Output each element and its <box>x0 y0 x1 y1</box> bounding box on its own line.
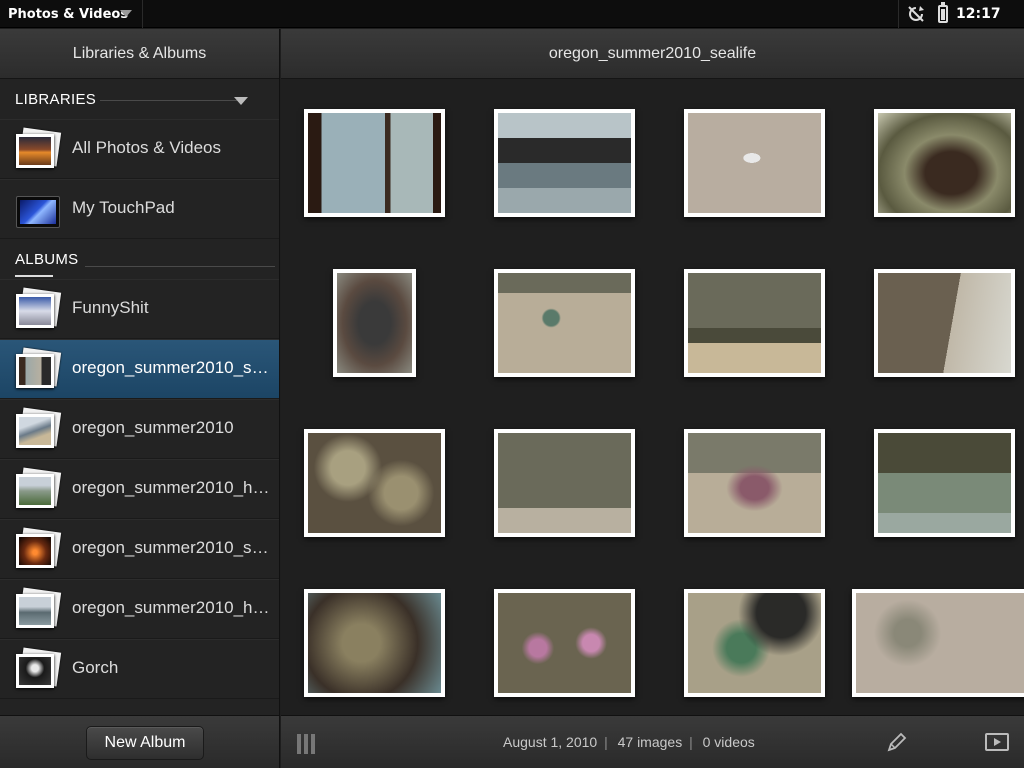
divider <box>100 100 237 101</box>
album-thumbnail <box>16 467 62 510</box>
library-item-label: My TouchPad <box>72 198 175 217</box>
separator: | <box>604 734 608 750</box>
photo-thumbnail[interactable] <box>684 589 825 697</box>
album-item-label: oregon_summer2010_haystack <box>72 598 275 617</box>
photo-grid <box>281 80 1024 715</box>
album-item-label: oregon_summer2010_sunset <box>72 538 275 557</box>
photo-thumbnail[interactable] <box>333 269 416 377</box>
album-thumbnail <box>16 287 62 330</box>
library-item-my-touchpad[interactable]: My TouchPad <box>0 179 279 239</box>
battery-icon <box>938 2 948 23</box>
albums-label: ALBUMS <box>15 250 79 268</box>
pencil-icon[interactable] <box>885 730 909 754</box>
libraries-section-header[interactable]: LIBRARIES <box>0 79 279 119</box>
divider <box>85 266 275 267</box>
photo-thumbnail[interactable] <box>494 429 635 537</box>
album-item-label: Gorch <box>72 658 119 677</box>
album-item-oregon-summer2010-sunset[interactable]: oregon_summer2010_sunset <box>0 519 279 579</box>
sidebar: Libraries & Albums LIBRARIES All Photos … <box>0 29 280 768</box>
photo-thumbnail[interactable] <box>684 429 825 537</box>
album-thumbnail <box>16 347 62 390</box>
photo-thumbnail[interactable] <box>852 589 1024 697</box>
album-item-oregon-summer2010-house[interactable]: oregon_summer2010_house <box>0 459 279 519</box>
album-video-count: 0 videos <box>702 734 755 750</box>
app-menu[interactable]: Photos & Videos <box>0 0 143 28</box>
album-view: oregon_summer2010_sealife August 1, 2010… <box>281 29 1024 768</box>
album-date: August 1, 2010 <box>503 734 598 750</box>
album-item-label: FunnyShit <box>72 298 149 317</box>
album-item-label: oregon_summer2010 <box>72 418 234 437</box>
sidebar-title: Libraries & Albums <box>0 29 279 79</box>
album-item-oregon-summer2010-haystack[interactable]: oregon_summer2010_haystack <box>0 579 279 639</box>
album-item-oregon-summer2010[interactable]: oregon_summer2010 <box>0 399 279 459</box>
album-thumbnail <box>16 527 62 570</box>
photo-thumbnail[interactable] <box>494 109 635 217</box>
album-thumbnail <box>16 587 62 630</box>
section-underline <box>15 275 53 277</box>
app-menu-label: Photos & Videos <box>8 6 129 22</box>
album-title: oregon_summer2010_sealife <box>281 29 1024 79</box>
photo-thumbnail[interactable] <box>304 429 445 537</box>
system-status-area[interactable]: 12:17 <box>898 0 1024 28</box>
status-bar: Photos & Videos 12:17 <box>0 0 1024 28</box>
album-thumbnail <box>16 407 62 450</box>
photo-thumbnail[interactable] <box>684 109 825 217</box>
sync-icon <box>908 6 924 22</box>
photo-thumbnail[interactable] <box>304 589 445 697</box>
chevron-down-icon[interactable] <box>234 97 248 105</box>
photo-thumbnail[interactable] <box>304 109 445 217</box>
slideshow-icon[interactable] <box>985 733 1009 751</box>
photo-thumbnail[interactable] <box>494 589 635 697</box>
separator: | <box>689 734 693 750</box>
chevron-down-icon <box>120 10 132 17</box>
album-info: August 1, 2010 | 47 images | 0 videos <box>503 734 755 750</box>
photo-thumbnail[interactable] <box>874 269 1015 377</box>
photo-thumbnail[interactable] <box>874 109 1015 217</box>
albums-section-header: ALBUMS <box>0 239 279 279</box>
album-item-label: oregon_summer2010_house <box>72 478 275 497</box>
album-item-oregon-summer2010-sealife[interactable]: oregon_summer2010_sealife <box>0 339 279 399</box>
album-item-label: oregon_summer2010_sealife <box>72 358 275 377</box>
new-album-button[interactable]: New Album <box>86 726 204 760</box>
album-item-funnyshit[interactable]: FunnyShit <box>0 279 279 339</box>
album-thumbnail <box>16 127 62 170</box>
album-thumbnail <box>16 647 62 690</box>
album-image-count: 47 images <box>617 734 683 750</box>
touchpad-device-icon <box>16 196 60 228</box>
library-item-label: All Photos & Videos <box>72 138 221 157</box>
photo-thumbnail[interactable] <box>684 269 825 377</box>
libraries-label: LIBRARIES <box>15 90 97 108</box>
album-footer: August 1, 2010 | 47 images | 0 videos <box>281 715 1024 768</box>
sidebar-footer: New Album <box>0 715 279 768</box>
album-item-gorch[interactable]: Gorch <box>0 639 279 699</box>
clock: 12:17 <box>956 6 1001 22</box>
library-item-all-photos[interactable]: All Photos & Videos <box>0 119 279 179</box>
drag-handle-icon[interactable] <box>297 734 317 754</box>
photo-thumbnail[interactable] <box>874 429 1015 537</box>
photo-thumbnail[interactable] <box>494 269 635 377</box>
